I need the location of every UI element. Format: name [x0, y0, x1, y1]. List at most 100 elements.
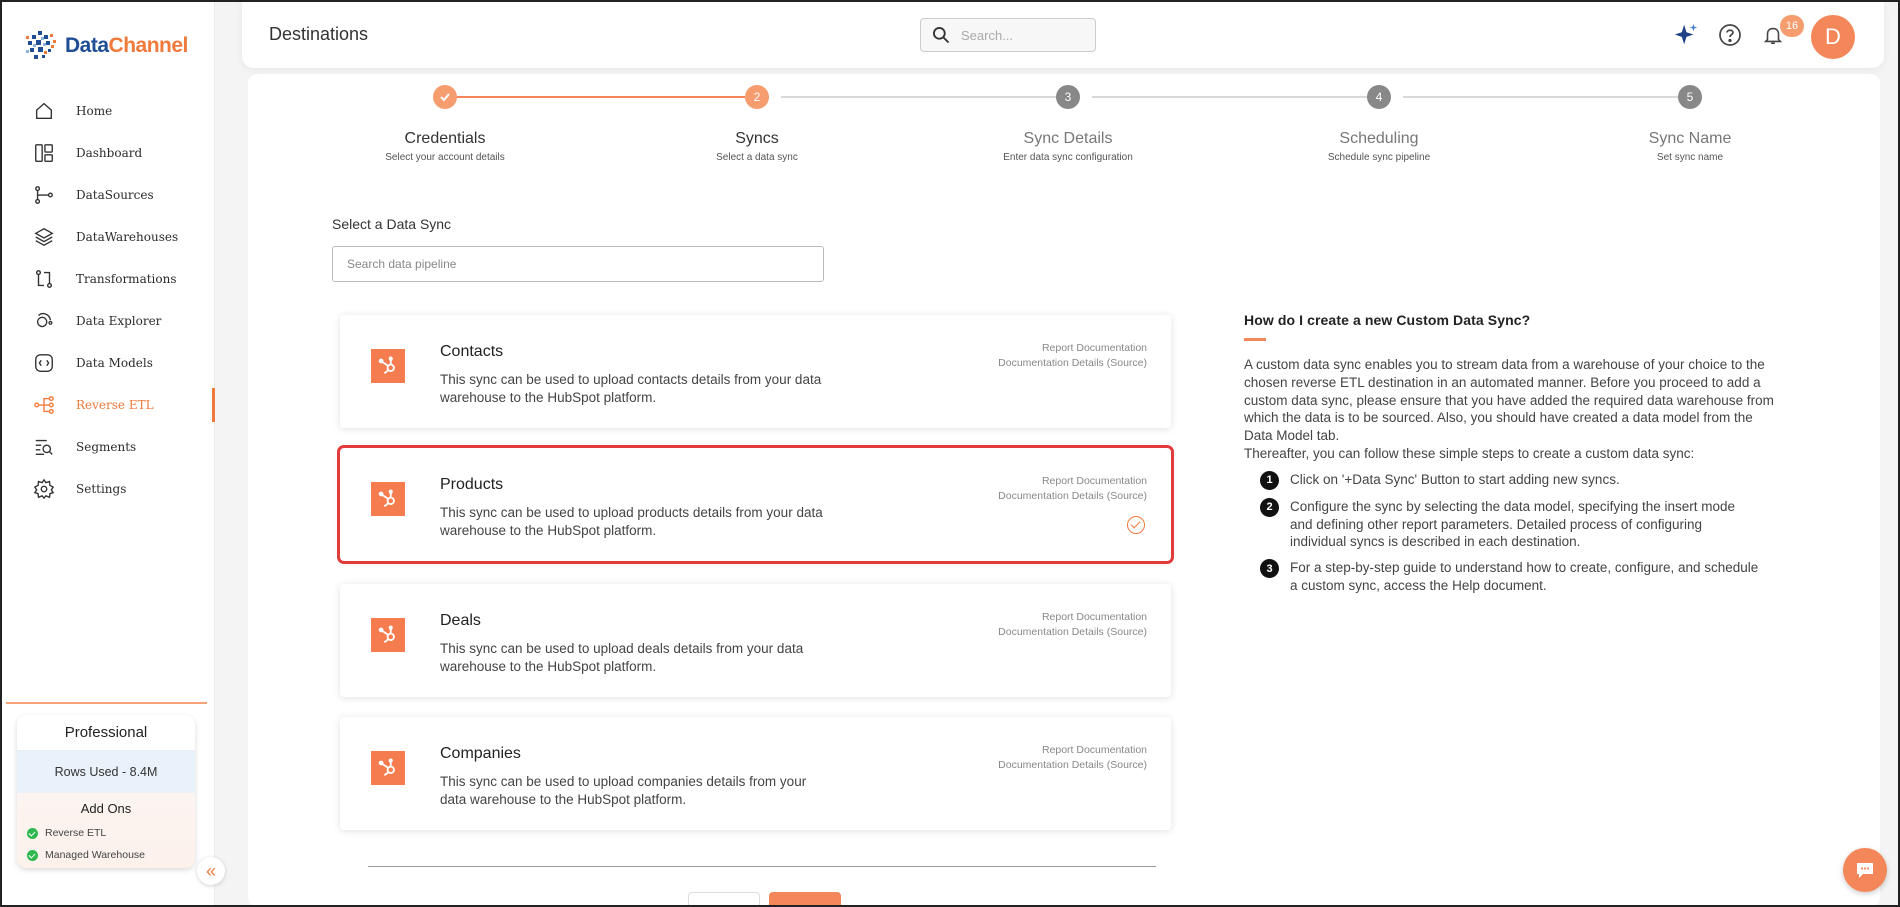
sidebar-item-reverse-etl[interactable]: Reverse ETL [2, 384, 215, 426]
explorer-icon [32, 309, 56, 333]
report-documentation-link[interactable]: Report Documentation [998, 743, 1147, 758]
sidebar-item-label: Segments [76, 440, 137, 454]
reverse-etl-icon [32, 393, 56, 417]
logo[interactable]: DataChannel [24, 28, 188, 64]
step-number: 1 [1260, 470, 1279, 490]
documentation-details-link[interactable]: Documentation Details (Source) [998, 489, 1147, 504]
step-subtitle: Set sync name [1656, 152, 1724, 163]
hubspot-icon [371, 482, 405, 516]
sidebar-item-label: Transformations [76, 272, 177, 286]
help-panel: How do I create a new Custom Data Sync? … [1244, 312, 1784, 603]
sync-card-description: This sync can be used to upload contacts… [440, 372, 822, 405]
footer-divider [368, 866, 1156, 867]
chat-icon [1857, 863, 1873, 878]
sidebar-item-data-models[interactable]: Data Models [2, 342, 215, 384]
check-icon [440, 93, 450, 102]
step-2-current[interactable]: 2 [745, 85, 769, 109]
search-placeholder: Search... [961, 27, 1014, 43]
sync-card-deals[interactable]: Deals This sync can be used to upload de… [340, 584, 1171, 697]
header: Destinations Search... 16 D [242, 2, 1884, 68]
help-step: 1 Click on '+Data Sync' Button to start … [1244, 470, 1784, 490]
sparkle-icon[interactable] [1673, 22, 1699, 48]
sidebar-item-home[interactable]: Home [2, 90, 215, 132]
selected-check-icon [1127, 516, 1145, 534]
sidebar-item-settings[interactable]: Settings [2, 468, 215, 510]
collapse-sidebar-button[interactable]: « [197, 857, 225, 885]
help-step: 3 For a step-by-step guide to understand… [1244, 559, 1784, 595]
back-button[interactable] [688, 892, 760, 907]
step-connector [781, 96, 1068, 98]
step-title: Syncs [735, 130, 779, 147]
sync-card-contacts[interactable]: Contacts This sync can be used to upload… [340, 315, 1171, 428]
layers-icon [32, 225, 56, 249]
step-3[interactable]: 3 [1056, 85, 1080, 109]
documentation-details-link[interactable]: Documentation Details (Source) [998, 625, 1147, 640]
step-title: Scheduling [1339, 130, 1419, 147]
search-input[interactable]: Search... [920, 18, 1096, 52]
transform-icon [32, 267, 56, 291]
report-documentation-link[interactable]: Report Documentation [998, 341, 1147, 356]
step-subtitle: Schedule sync pipeline [1327, 152, 1431, 163]
pipeline-search-input[interactable] [332, 246, 824, 282]
check-circle-icon [27, 849, 38, 861]
step-5[interactable]: 5 [1678, 85, 1702, 109]
step-subtitle: Select a data sync [716, 152, 798, 163]
step-1-done[interactable] [433, 85, 457, 109]
datasources-icon [32, 183, 56, 207]
avatar[interactable]: D [1811, 15, 1855, 59]
sidebar-item-data-explorer[interactable]: Data Explorer [2, 300, 215, 342]
sync-card-links: Report Documentation Documentation Detai… [998, 474, 1147, 504]
stepper: 2 3 4 5 Credentials Select your account … [248, 74, 1880, 184]
documentation-details-link[interactable]: Documentation Details (Source) [998, 758, 1147, 773]
report-documentation-link[interactable]: Report Documentation [998, 474, 1147, 489]
home-icon [32, 99, 56, 123]
sidebar-item-label: DataSources [76, 188, 154, 202]
rows-used: Rows Used - 8.4M [17, 751, 195, 793]
help-step-text: Configure the sync by selecting the data… [1290, 498, 1735, 550]
help-paragraph: A custom data sync enables you to stream… [1244, 357, 1774, 444]
logo-icon [26, 31, 56, 59]
help-title-underline [1244, 338, 1266, 341]
plan-title: Professional [17, 715, 195, 751]
report-documentation-link[interactable]: Report Documentation [998, 610, 1147, 625]
help-icon[interactable] [1717, 22, 1743, 48]
next-button[interactable] [769, 892, 841, 907]
help-paragraph: Thereafter, you can follow these simple … [1244, 445, 1695, 461]
sync-card-products[interactable]: Products This sync can be used to upload… [337, 445, 1174, 564]
help-title: How do I create a new Custom Data Sync? [1244, 312, 1531, 328]
sync-card-title: Deals [440, 612, 481, 629]
sync-card-description: This sync can be used to upload products… [440, 505, 823, 538]
sync-card-description: This sync can be used to upload deals de… [440, 641, 804, 674]
sync-card-links: Report Documentation Documentation Detai… [998, 341, 1147, 371]
check-circle-icon [27, 827, 38, 839]
double-chevron-left-icon: « [205, 860, 216, 881]
step-title: Credentials [404, 130, 486, 147]
sidebar-item-datasources[interactable]: DataSources [2, 174, 215, 216]
addons-title: Add Ons [80, 801, 132, 816]
sidebar-item-transformations[interactable]: Transformations [2, 258, 215, 300]
documentation-details-link[interactable]: Documentation Details (Source) [998, 356, 1147, 371]
step-connector [1092, 96, 1379, 98]
sidebar: DataChannel Home Dashboard DataSources D… [2, 2, 215, 905]
sync-card-title: Products [440, 476, 504, 493]
help-step-text: For a step-by-step guide to understand h… [1290, 560, 1759, 593]
sidebar-item-label: Dashboard [76, 146, 143, 160]
sidebar-item-label: Data Models [76, 356, 153, 370]
help-step: 2 Configure the sync by selecting the da… [1244, 497, 1784, 551]
sidebar-item-dashboard[interactable]: Dashboard [2, 132, 215, 174]
search-icon [933, 27, 950, 44]
sidebar-nav: Home Dashboard DataSources DataWarehouse… [2, 90, 215, 510]
segments-icon [32, 435, 56, 459]
notification-badge: 16 [1780, 15, 1804, 37]
sync-card-companies[interactable]: Companies This sync can be used to uploa… [340, 717, 1171, 830]
page-title: Destinations [269, 24, 369, 44]
help-step-text: Click on '+Data Sync' Button to start ad… [1290, 471, 1620, 487]
step-title: Sync Details [1023, 130, 1113, 147]
sidebar-item-datawarehouses[interactable]: DataWarehouses [2, 216, 215, 258]
sidebar-divider [6, 702, 207, 704]
sidebar-item-label: Settings [76, 482, 127, 496]
sync-card-links: Report Documentation Documentation Detai… [998, 743, 1147, 773]
step-4[interactable]: 4 [1367, 85, 1391, 109]
sidebar-item-segments[interactable]: Segments [2, 426, 215, 468]
chat-button[interactable] [1843, 848, 1887, 892]
